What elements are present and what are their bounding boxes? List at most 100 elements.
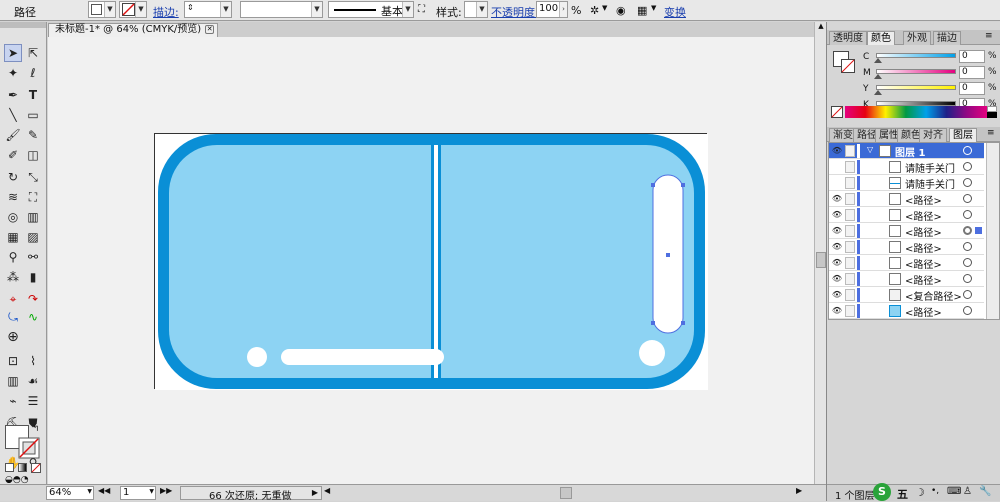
pencil-tool-icon[interactable]: ✎ (24, 126, 42, 144)
color-mode-icon[interactable] (5, 463, 14, 472)
lock-toggle[interactable] (845, 161, 855, 173)
layer-row[interactable]: 👁 <路径> (829, 303, 984, 319)
last-artboard-icon[interactable]: ▶▶ (160, 486, 172, 495)
target-circle-icon[interactable] (963, 226, 972, 235)
slice-tool-icon[interactable]: ⌇ (24, 352, 42, 370)
tab-color[interactable]: 颜色 (867, 31, 895, 45)
align-icon[interactable]: ▦ (637, 4, 647, 17)
artboard-tool-icon[interactable]: ⊡ (4, 352, 22, 370)
artboard-field[interactable]: 1 ▼ (120, 486, 156, 500)
recolor-artwork-icon[interactable]: ✲ (590, 4, 599, 17)
rotate-tool-icon[interactable]: ↻ (4, 168, 22, 186)
blend-tool-icon[interactable]: ⚯ (24, 248, 42, 266)
panel-grip[interactable] (0, 22, 46, 28)
target-circle-icon[interactable] (963, 210, 972, 219)
tab-stroke[interactable]: 描边 (933, 31, 961, 45)
vertical-scrollbar[interactable]: ▲ (814, 22, 826, 484)
anchor-tool-icon[interactable]: ⌖ (4, 290, 22, 308)
gradient-tool-icon[interactable]: ▨ (24, 228, 42, 246)
lock-toggle[interactable] (845, 193, 855, 205)
scroll-up-icon[interactable]: ▲ (816, 22, 826, 32)
selection-tool-icon[interactable]: ➤ (4, 44, 22, 62)
status-field[interactable]: 66 次还原; 无重做 ▶ (180, 486, 322, 502)
layer-row[interactable]: 👁 <路径> (829, 191, 984, 207)
opacity-field[interactable]: 100 › (536, 1, 568, 18)
chevron-down-icon[interactable]: ▼ (651, 4, 656, 12)
layer-row[interactable]: 👁 <路径> (829, 271, 984, 287)
symbol-tool-icon[interactable]: ☙ (24, 372, 42, 390)
layer-row[interactable]: 请随手关门 (829, 175, 984, 191)
visibility-eye-icon[interactable]: 👁 (831, 306, 843, 316)
ime-mode-label[interactable]: 五 (897, 486, 908, 502)
panel-menu-icon[interactable]: ≡ (987, 128, 995, 138)
scale-tool-icon[interactable]: ⤡ (24, 168, 42, 186)
visibility-eye-icon[interactable]: 👁 (831, 274, 843, 284)
line-graph-tool-icon[interactable]: ⌁ (4, 392, 22, 410)
black-swatch[interactable] (987, 112, 997, 118)
target-circle-icon[interactable] (963, 242, 972, 251)
visibility-eye-icon[interactable]: 👁 (831, 226, 843, 236)
lock-toggle[interactable] (845, 209, 855, 221)
blob-brush-tool-icon[interactable]: ✐ (4, 146, 22, 164)
slider-handle-icon[interactable] (874, 58, 882, 63)
layer-row[interactable]: 👁 <路径> (829, 255, 984, 271)
magenta-slider[interactable] (876, 69, 956, 74)
expand-icon[interactable]: ⛶ (418, 4, 425, 15)
transform-link[interactable]: 变换 (664, 4, 686, 20)
variable-width-dropdown[interactable]: ▼ (240, 1, 323, 18)
color-spectrum[interactable] (845, 106, 987, 118)
list-tool-icon[interactable]: ☰ (24, 392, 42, 410)
symbol-sprayer-tool-icon[interactable]: ⁂ (4, 268, 22, 286)
keyboard-icon[interactable]: ⌨ (947, 486, 961, 497)
target-circle-icon[interactable] (963, 258, 972, 267)
artboard[interactable] (154, 133, 708, 390)
stroke-swatch-dropdown[interactable]: ▼ (119, 1, 147, 18)
lock-toggle[interactable] (845, 289, 855, 301)
visibility-eye-icon[interactable]: 👁 (831, 242, 843, 252)
target-circle-icon[interactable] (963, 306, 972, 315)
lock-toggle[interactable] (845, 145, 855, 157)
eraser-tool-icon[interactable]: ◫ (24, 146, 42, 164)
horizontal-scroll-thumb[interactable] (560, 487, 572, 499)
lasso-tool-icon[interactable]: ℓ (24, 64, 42, 82)
canvas[interactable] (48, 37, 814, 484)
lock-toggle[interactable] (845, 305, 855, 317)
mesh-tool-icon[interactable]: ▦ (4, 228, 22, 246)
yellow-slider[interactable] (876, 85, 956, 90)
eyedropper-tool-icon[interactable]: ⚲ (4, 248, 22, 266)
visibility-eye-icon[interactable] (831, 162, 843, 172)
scroll-right-icon[interactable]: ▶ (796, 486, 802, 495)
moon-icon[interactable]: ☽ (915, 486, 925, 499)
pen-tool-icon[interactable]: ✒ (4, 86, 22, 104)
lock-toggle[interactable] (845, 177, 855, 189)
tab-layers[interactable]: 图层 (949, 128, 977, 142)
rectangle-tool-icon[interactable]: ▭ (24, 106, 42, 124)
target-circle-icon[interactable] (963, 178, 972, 187)
visibility-eye-icon[interactable]: 👁 (831, 194, 843, 204)
join-tool-icon[interactable]: ⤿ (4, 308, 22, 326)
tab-transparency[interactable]: 透明度 (829, 31, 867, 45)
visibility-eye-icon[interactable] (831, 178, 843, 188)
stroke-color-swatch[interactable] (18, 437, 40, 459)
selected-art-indicator[interactable] (975, 227, 982, 234)
stroke-profile-dropdown[interactable]: 基本 ▼ (328, 1, 414, 18)
free-transform-tool-icon[interactable]: ⛶ (24, 188, 42, 206)
isolate-group-icon[interactable]: ◉ (616, 4, 626, 17)
visibility-eye-icon[interactable]: 👁 (831, 258, 843, 268)
punctuation-icon[interactable]: •, (931, 486, 939, 496)
layer-row[interactable]: 👁 <复合路径> (829, 287, 984, 303)
target-circle-icon[interactable] (963, 194, 972, 203)
yellow-value-field[interactable]: 0 (959, 82, 985, 95)
lock-toggle[interactable] (845, 257, 855, 269)
tab-align[interactable]: 对齐 (919, 128, 947, 142)
visibility-eye-icon[interactable]: 👁 (831, 290, 843, 300)
paintbrush-tool-icon[interactable]: 🖌 (4, 126, 22, 144)
target-circle-icon[interactable] (963, 146, 972, 155)
slider-handle-icon[interactable] (874, 90, 882, 95)
type-tool-icon[interactable]: T (24, 86, 42, 104)
cyan-slider[interactable] (876, 53, 956, 58)
cyan-value-field[interactable]: 0 (959, 50, 985, 63)
column-graph-tool-icon[interactable]: ▥ (4, 372, 22, 390)
smooth-tool-icon[interactable]: ∿ (24, 308, 42, 326)
tab-appearance[interactable]: 外观 (903, 31, 931, 45)
